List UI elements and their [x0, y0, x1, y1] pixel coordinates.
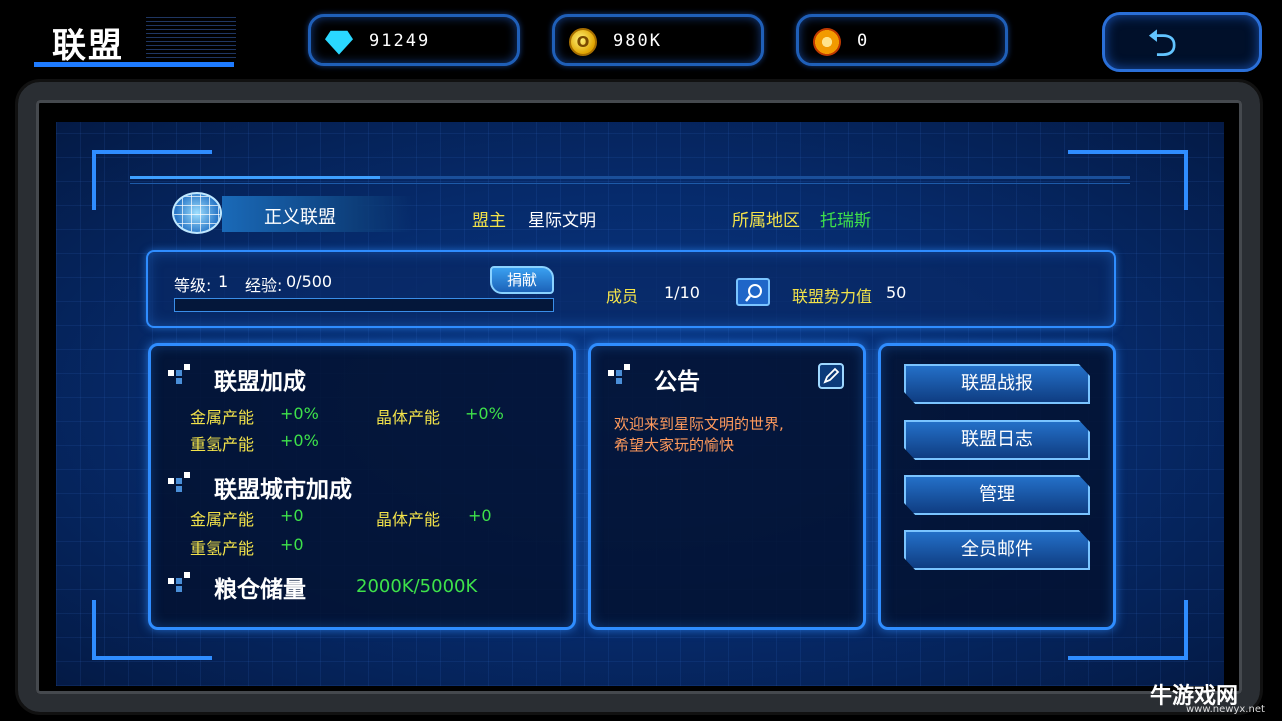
- gold-value: 980K: [613, 31, 662, 51]
- crystal-value: 0: [857, 31, 870, 51]
- bonus-crystal-value: +0%: [465, 404, 504, 423]
- bonus-gas-label: 重氢产能: [190, 435, 255, 454]
- notice-text: 欢迎来到星际文明的世界, 希望大家玩的愉快: [614, 414, 854, 456]
- bonus-gas-value: +0%: [280, 431, 319, 450]
- city-bonus-section-icon: [164, 472, 192, 492]
- city-bonus-gas-value: +0: [280, 535, 304, 554]
- granary-value: 2000K/5000K: [356, 576, 478, 597]
- city-bonus-metal-label: 金属产能: [190, 510, 255, 529]
- edit-notice-button[interactable]: [818, 363, 844, 389]
- pencil-icon: [823, 367, 840, 384]
- exp-value: 0/500: [286, 272, 333, 291]
- notice-title: 公告: [654, 369, 700, 395]
- alliance-log-button[interactable]: 联盟日志: [904, 420, 1090, 460]
- diamond-icon: [325, 30, 353, 55]
- bonus-section-icon: [164, 364, 192, 384]
- notice-line-1: 欢迎来到星际文明的世界,: [614, 415, 784, 433]
- donate-button[interactable]: 捐献: [490, 266, 554, 294]
- granary-section-icon: [164, 572, 192, 592]
- back-button[interactable]: ⮌: [1102, 12, 1262, 72]
- exp-progress-bar: [174, 298, 554, 312]
- city-bonus-crystal-label: 晶体产能: [376, 510, 441, 529]
- diamond-value: 91249: [369, 31, 431, 51]
- granary-title: 粮仓储量: [214, 577, 306, 603]
- city-bonus-gas-label: 重氢产能: [190, 539, 255, 558]
- member-search-button[interactable]: [736, 278, 770, 306]
- notice-line-2: 希望大家玩的愉快: [614, 436, 735, 454]
- notice-section-icon: [604, 364, 632, 384]
- bonus-title: 联盟加成: [214, 369, 306, 395]
- gold-counter[interactable]: O 980K: [552, 14, 764, 66]
- corner-bracket-tr: [1068, 150, 1188, 210]
- members-label: 成员: [606, 287, 639, 306]
- page-title: 联盟: [52, 26, 124, 66]
- exp-label: 经验:: [245, 276, 283, 295]
- alliance-name: 正义联盟: [264, 207, 336, 228]
- region-name: 托瑞斯: [820, 211, 871, 231]
- bonus-crystal-label: 晶体产能: [376, 408, 441, 427]
- watermark-url: www.newyx.net: [1186, 704, 1265, 715]
- globe-icon: [172, 192, 222, 234]
- battle-report-button[interactable]: 联盟战报: [904, 364, 1090, 404]
- page-title-area: 联盟: [34, 10, 236, 68]
- leader-name: 星际文明: [528, 211, 596, 231]
- magnifier-icon: [745, 284, 762, 302]
- level-label: 等级:: [174, 276, 212, 295]
- power-label: 联盟势力值: [792, 287, 873, 306]
- power-value: 50: [886, 283, 907, 302]
- city-bonus-crystal-value: +0: [468, 506, 492, 525]
- bonus-metal-value: +0%: [280, 404, 319, 423]
- members-value: 1/10: [664, 283, 700, 302]
- header-divider: [130, 176, 1130, 179]
- header-divider-thin: [130, 183, 1130, 184]
- crystal-icon: [813, 28, 841, 56]
- gold-coin-icon: O: [569, 28, 597, 56]
- level-value: 1: [218, 272, 229, 291]
- manage-button[interactable]: 管理: [904, 475, 1090, 515]
- crystal-counter[interactable]: 0: [796, 14, 1008, 66]
- title-underline: [34, 62, 234, 67]
- mail-all-button[interactable]: 全员邮件: [904, 530, 1090, 570]
- bonus-metal-label: 金属产能: [190, 408, 255, 427]
- city-bonus-title: 联盟城市加成: [214, 477, 352, 503]
- leader-label: 盟主: [472, 211, 506, 231]
- city-bonus-metal-value: +0: [280, 506, 304, 525]
- region-label: 所属地区: [732, 211, 800, 231]
- diamond-counter[interactable]: 91249: [308, 14, 520, 66]
- back-arrow-icon: ⮌: [1147, 21, 1178, 65]
- title-decoration: [146, 16, 236, 58]
